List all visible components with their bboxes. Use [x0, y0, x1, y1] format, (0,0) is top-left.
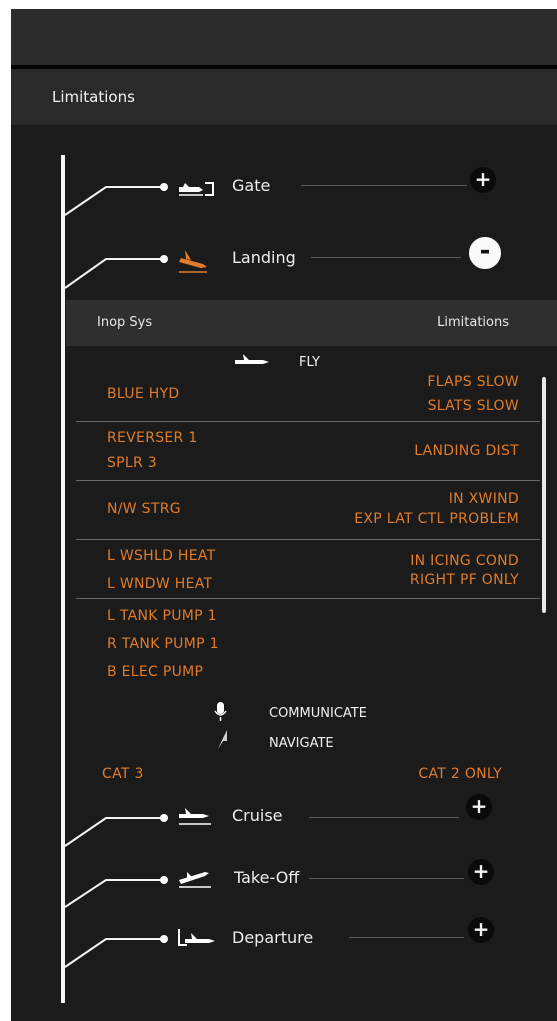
limitation: LANDING DIST: [414, 443, 519, 459]
collapse-landing-button[interactable]: -: [469, 237, 501, 269]
limitation: IN ICING COND: [410, 553, 519, 569]
limitations-panel: Limitations Gate + Landing - Inop Sys Li…: [11, 9, 557, 1021]
inop-cat: CAT 3: [102, 766, 144, 782]
node-label-gate[interactable]: Gate: [232, 176, 270, 195]
landing-icon: [177, 244, 217, 280]
row-divider: [76, 480, 540, 481]
inop-system: L WNDW HEAT: [107, 576, 213, 592]
phase-label-fly: FLY: [299, 355, 320, 370]
takeoff-icon: [177, 866, 217, 894]
node-label-cruise[interactable]: Cruise: [232, 806, 283, 825]
departure-icon: [177, 925, 221, 953]
table-header: Inop Sys Limitations: [66, 300, 557, 346]
limitation: RIGHT PF ONLY: [409, 572, 519, 588]
node-line-departure: [349, 937, 464, 938]
inop-system: BLUE HYD: [107, 386, 180, 402]
inop-system: SPLR 3: [107, 455, 158, 471]
expand-takeoff-button[interactable]: +: [468, 859, 494, 885]
inop-system: L TANK PUMP 1: [107, 608, 217, 624]
inop-system: N/W STRG: [107, 501, 181, 517]
node-line-cruise: [309, 817, 459, 818]
node-line-landing: [311, 257, 461, 258]
navigate-icon: [215, 729, 231, 755]
expand-gate-button[interactable]: +: [470, 167, 496, 193]
expand-cruise-button[interactable]: +: [466, 794, 492, 820]
plus-icon: +: [470, 794, 488, 818]
cruise-icon: [177, 805, 217, 833]
inop-system: REVERSER 1: [107, 430, 198, 446]
node-line-gate: [301, 185, 467, 186]
row-divider: [76, 598, 540, 599]
phase-label-navigate: NAVIGATE: [269, 736, 334, 751]
row-divider: [76, 539, 540, 540]
table-scrollbar[interactable]: [542, 377, 546, 613]
gate-icon: [177, 175, 217, 203]
limitation-cat: CAT 2 ONLY: [418, 766, 502, 782]
node-label-takeoff[interactable]: Take-Off: [234, 868, 299, 887]
inop-system: L WSHLD HEAT: [107, 548, 216, 564]
row-divider: [76, 421, 540, 422]
expand-departure-button[interactable]: +: [468, 917, 494, 943]
limitation: SLATS SLOW: [427, 398, 519, 414]
node-line-takeoff: [309, 878, 464, 879]
plus-icon: +: [474, 167, 492, 191]
inop-system: R TANK PUMP 1: [107, 636, 219, 652]
inop-system: B ELEC PUMP: [107, 664, 204, 680]
phase-label-communicate: COMMUNICATE: [269, 706, 367, 721]
minus-icon: -: [479, 236, 491, 266]
column-header-inop-sys: Inop Sys: [97, 315, 153, 330]
communicate-icon: [213, 700, 229, 728]
plus-icon: +: [472, 859, 490, 883]
node-label-departure[interactable]: Departure: [232, 928, 313, 947]
limitation: FLAPS SLOW: [427, 374, 519, 390]
fly-icon: [233, 351, 273, 371]
plus-icon: +: [472, 917, 490, 941]
node-label-landing[interactable]: Landing: [232, 248, 296, 267]
limitation: EXP LAT CTL PROBLEM: [354, 511, 519, 527]
column-header-limitations: Limitations: [437, 315, 509, 330]
limitation: IN XWIND: [448, 491, 519, 507]
